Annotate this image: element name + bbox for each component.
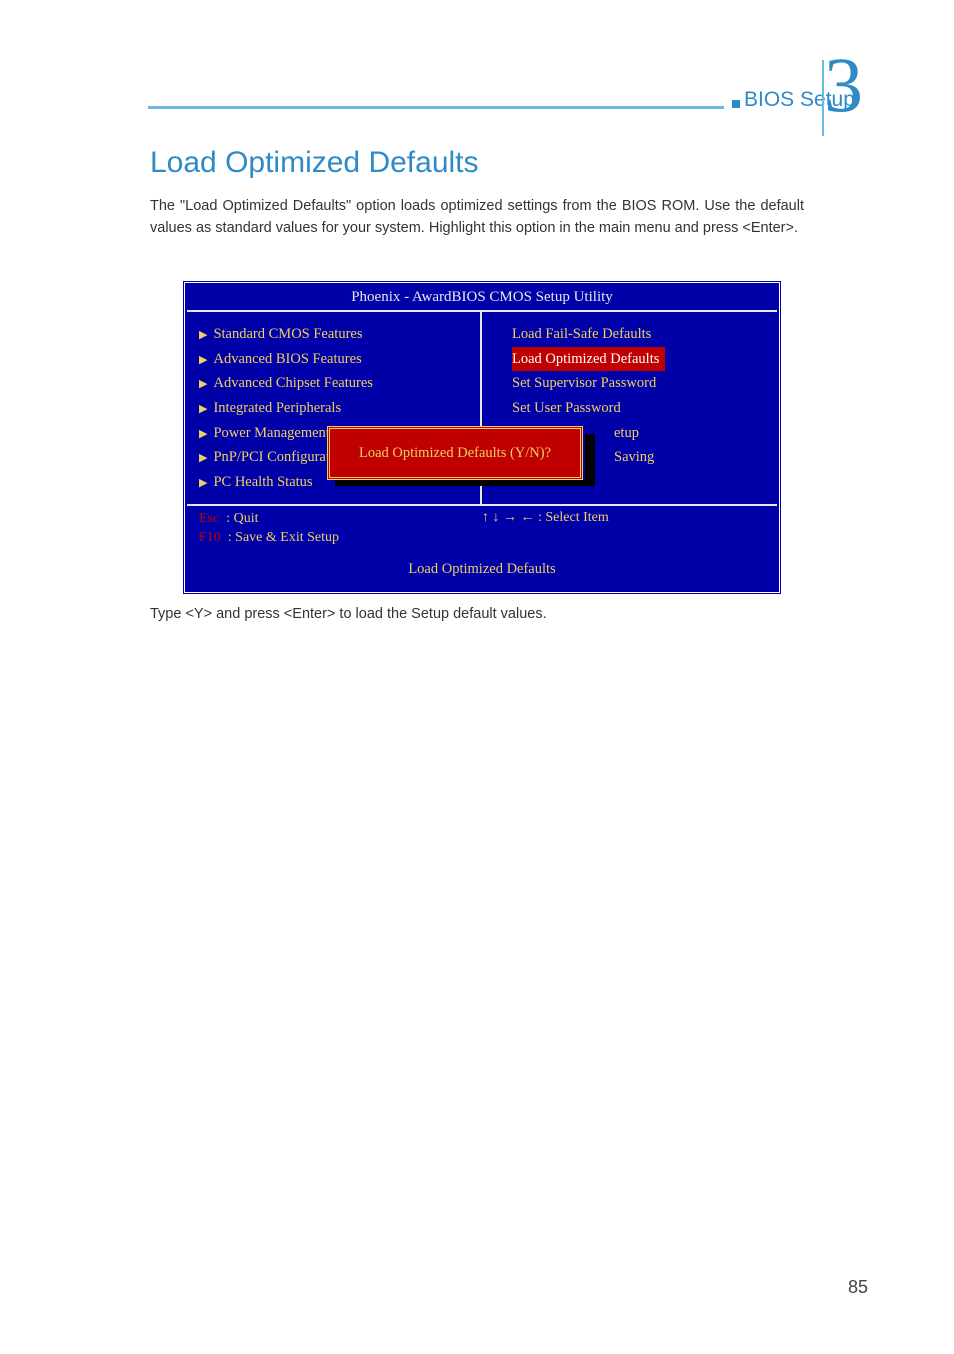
header-rule <box>148 106 724 109</box>
bios-menu-item: ▶ Integrated Peripherals <box>199 396 474 421</box>
bios-menu-item: Set Supervisor Password <box>494 371 771 396</box>
bios-screenshot: Phoenix - AwardBIOS CMOS Setup Utility ▶… <box>182 280 782 595</box>
bios-footer-left: Esc : Quit F10 : Save & Exit Setup <box>199 510 482 546</box>
bios-footer-keys: Esc : Quit F10 : Save & Exit Setup ↑ ↓ →… <box>187 504 777 550</box>
bios-menu-body: ▶ Standard CMOS Features ▶ Advanced BIOS F… <box>187 310 777 504</box>
dialog-shadow <box>335 480 595 486</box>
bios-menu-item-wrapper: Load Optimized Defaults <box>494 347 771 372</box>
bios-item-label: Standard CMOS Features <box>213 326 362 342</box>
bios-menu-item: ▶ Advanced BIOS Features <box>199 347 474 372</box>
page-number: 85 <box>848 1277 868 1298</box>
triangle-right-icon: ▶ <box>199 354 207 366</box>
key-action: : Save & Exit Setup <box>228 530 339 545</box>
instruction-text: Type <Y> and press <Enter> to load the S… <box>150 606 547 622</box>
triangle-right-icon: ▶ <box>199 452 207 464</box>
bios-key-hint: F10 : Save & Exit Setup <box>199 529 482 547</box>
key-label: F10 <box>199 530 221 545</box>
bios-item-label: PC Health Status <box>213 474 312 490</box>
triangle-right-icon: ▶ <box>199 378 207 390</box>
bios-item-label: Power Management <box>213 425 329 441</box>
bios-title: Phoenix - AwardBIOS CMOS Setup Utility <box>187 285 777 310</box>
bios-menu-item: ▶ Standard CMOS Features <box>199 322 474 347</box>
triangle-right-icon: ▶ <box>199 403 207 415</box>
bios-item-label: Integrated Peripherals <box>213 400 341 416</box>
bios-menu-item: Load Fail-Safe Defaults <box>494 322 771 347</box>
page-title: Load Optimized Defaults <box>150 146 479 180</box>
bios-key-hint: Esc : Quit <box>199 510 482 528</box>
bios-item-label: Advanced Chipset Features <box>213 375 372 391</box>
triangle-right-icon: ▶ <box>199 477 207 489</box>
dialog-text: Load Optimized Defaults (Y/N)? <box>359 445 551 462</box>
bios-item-label: Advanced BIOS Features <box>213 351 361 367</box>
header-square-icon <box>732 100 740 108</box>
bios-footer-description: Load Optimized Defaults <box>187 551 777 590</box>
bios-item-label: PnP/PCI Configurat <box>213 449 329 465</box>
key-label: Esc <box>199 511 219 526</box>
dialog-shadow <box>585 434 595 484</box>
bios-menu-item: ▶ Advanced Chipset Features <box>199 371 474 396</box>
triangle-right-icon: ▶ <box>199 329 207 341</box>
bios-menu-item: Set User Password <box>494 396 771 421</box>
bios-confirm-dialog: Load Optimized Defaults (Y/N)? <box>327 426 583 480</box>
chapter-number: 3 <box>824 46 863 124</box>
key-action: : Quit <box>226 511 258 526</box>
bios-footer-right: ↑ ↓ → ← : Select Item <box>482 510 765 546</box>
document-page: BIOS Setup 3 Load Optimized Defaults The… <box>0 0 954 1354</box>
bios-menu-item-selected: Load Optimized Defaults <box>512 347 665 372</box>
body-paragraph: The "Load Optimized Defaults" option loa… <box>150 196 804 240</box>
triangle-right-icon: ▶ <box>199 428 207 440</box>
